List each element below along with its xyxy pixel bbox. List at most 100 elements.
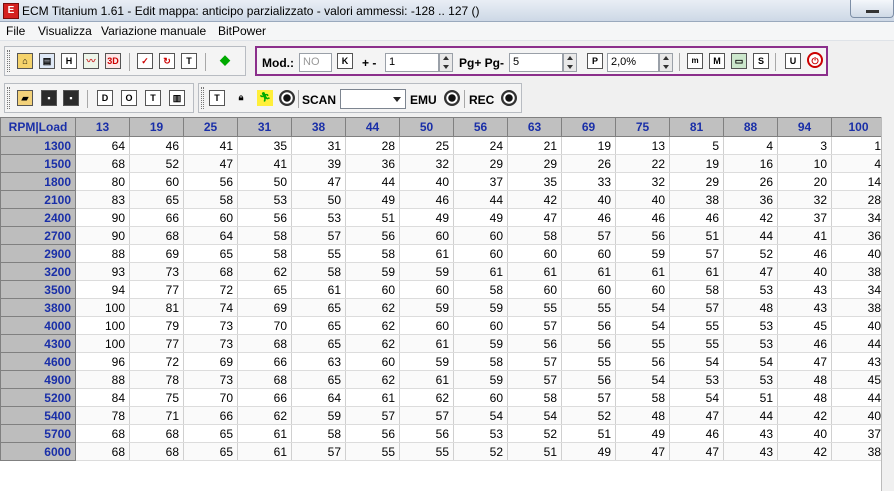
map-cell[interactable]: 46: [777, 244, 832, 263]
percent-spinner[interactable]: [659, 53, 673, 72]
map-cell[interactable]: 51: [507, 442, 562, 461]
map-cell[interactable]: 58: [669, 280, 724, 299]
step-input[interactable]: 1: [385, 53, 439, 72]
map-cell[interactable]: 56: [345, 226, 400, 245]
column-header[interactable]: 81: [669, 117, 724, 137]
map-cell[interactable]: 68: [237, 334, 292, 353]
map-cell[interactable]: 36: [345, 154, 400, 173]
map-cell[interactable]: 59: [453, 370, 508, 389]
map-cell[interactable]: 44: [831, 334, 886, 353]
map-cell[interactable]: 60: [399, 280, 454, 299]
map-cell[interactable]: 52: [723, 244, 778, 263]
map-cell[interactable]: 57: [345, 406, 400, 425]
map-cell[interactable]: 84: [75, 388, 130, 407]
map-cell[interactable]: 57: [561, 226, 616, 245]
map-cell[interactable]: 43: [723, 424, 778, 443]
map-cell[interactable]: 40: [777, 424, 832, 443]
map-cell[interactable]: 37: [777, 208, 832, 227]
map-cell[interactable]: 58: [453, 352, 508, 371]
m-icon[interactable]: M: [709, 53, 725, 69]
map-cell[interactable]: 57: [291, 442, 346, 461]
menu-visualizza[interactable]: Visualizza: [38, 24, 92, 38]
map-cell[interactable]: 60: [399, 226, 454, 245]
map-cell[interactable]: 59: [399, 352, 454, 371]
map-cell[interactable]: 42: [777, 442, 832, 461]
map-cell[interactable]: 16: [723, 154, 778, 173]
map-cell[interactable]: 61: [345, 388, 400, 407]
map-cell[interactable]: 19: [669, 154, 724, 173]
map-cell[interactable]: 28: [345, 136, 400, 155]
map-cell[interactable]: 55: [669, 316, 724, 335]
map-cell[interactable]: 29: [453, 154, 508, 173]
map-cell[interactable]: 52: [507, 424, 562, 443]
map-cell[interactable]: 61: [237, 442, 292, 461]
map-cell[interactable]: 48: [777, 370, 832, 389]
map-cell[interactable]: 36: [723, 190, 778, 209]
map-cell[interactable]: 70: [237, 316, 292, 335]
map-cell[interactable]: 53: [723, 316, 778, 335]
map-cell[interactable]: 59: [399, 298, 454, 317]
map-cell[interactable]: 55: [291, 244, 346, 263]
scan-select[interactable]: [340, 89, 406, 109]
map-cell[interactable]: 61: [453, 262, 508, 281]
map-cell[interactable]: 39: [291, 154, 346, 173]
terminal-icon[interactable]: T: [209, 90, 225, 106]
map-cell[interactable]: 58: [237, 226, 292, 245]
map-cell[interactable]: 54: [723, 352, 778, 371]
map-cell[interactable]: 24: [453, 136, 508, 155]
map-cell[interactable]: 80: [75, 172, 130, 191]
map-cell[interactable]: 58: [507, 388, 562, 407]
map-cell[interactable]: 40: [399, 172, 454, 191]
map-cell[interactable]: 61: [399, 370, 454, 389]
map-cell[interactable]: 38: [669, 190, 724, 209]
column-header[interactable]: 100: [831, 117, 886, 137]
map-cell[interactable]: 88: [75, 370, 130, 389]
step-spinner[interactable]: [439, 53, 453, 72]
map-cell[interactable]: 62: [345, 298, 400, 317]
map-cell[interactable]: 51: [561, 424, 616, 443]
map-cell[interactable]: 35: [507, 172, 562, 191]
menu-variazione-manuale[interactable]: Variazione manuale: [101, 24, 206, 38]
map-cell[interactable]: 54: [615, 370, 670, 389]
map-cell[interactable]: 47: [615, 442, 670, 461]
map-cell[interactable]: 36: [831, 226, 886, 245]
map-cell[interactable]: 73: [183, 370, 238, 389]
map-cell[interactable]: 61: [669, 262, 724, 281]
map-cell[interactable]: 52: [561, 406, 616, 425]
m-small-icon[interactable]: m: [687, 53, 703, 69]
map-cell[interactable]: 41: [183, 136, 238, 155]
map-cell[interactable]: 28: [831, 190, 886, 209]
map-cell[interactable]: 59: [453, 298, 508, 317]
map-cell[interactable]: 52: [129, 154, 184, 173]
map-cell[interactable]: 90: [75, 208, 130, 227]
column-header[interactable]: 25: [183, 117, 238, 137]
map-cell[interactable]: 47: [777, 352, 832, 371]
map-cell[interactable]: 60: [345, 280, 400, 299]
map-cell[interactable]: 45: [777, 316, 832, 335]
map-cell[interactable]: 46: [777, 334, 832, 353]
map-cell[interactable]: 81: [129, 298, 184, 317]
d-icon[interactable]: D: [97, 90, 113, 106]
map-cell[interactable]: 94: [75, 280, 130, 299]
map-cell[interactable]: 44: [723, 406, 778, 425]
map-cell[interactable]: 51: [723, 388, 778, 407]
percent-input[interactable]: 2,0%: [607, 53, 659, 72]
s-icon[interactable]: S: [753, 53, 769, 69]
map-cell[interactable]: 56: [561, 370, 616, 389]
map-cell[interactable]: 60: [453, 388, 508, 407]
map-cell[interactable]: 5: [669, 136, 724, 155]
map-cell[interactable]: 40: [831, 406, 886, 425]
map-cell[interactable]: 54: [615, 298, 670, 317]
map-cell[interactable]: 47: [723, 262, 778, 281]
map-cell[interactable]: 100: [75, 298, 130, 317]
map-cell[interactable]: 53: [237, 190, 292, 209]
toolbar-grip[interactable]: [201, 87, 204, 109]
row-header-rpm[interactable]: 2100: [0, 190, 76, 209]
row-header-rpm[interactable]: 2700: [0, 226, 76, 245]
map-cell[interactable]: 69: [129, 244, 184, 263]
map-cell[interactable]: 57: [507, 370, 562, 389]
map-cell[interactable]: 57: [399, 406, 454, 425]
map-cell[interactable]: 55: [669, 334, 724, 353]
map-cell[interactable]: 60: [561, 280, 616, 299]
map-cell[interactable]: 93: [75, 262, 130, 281]
